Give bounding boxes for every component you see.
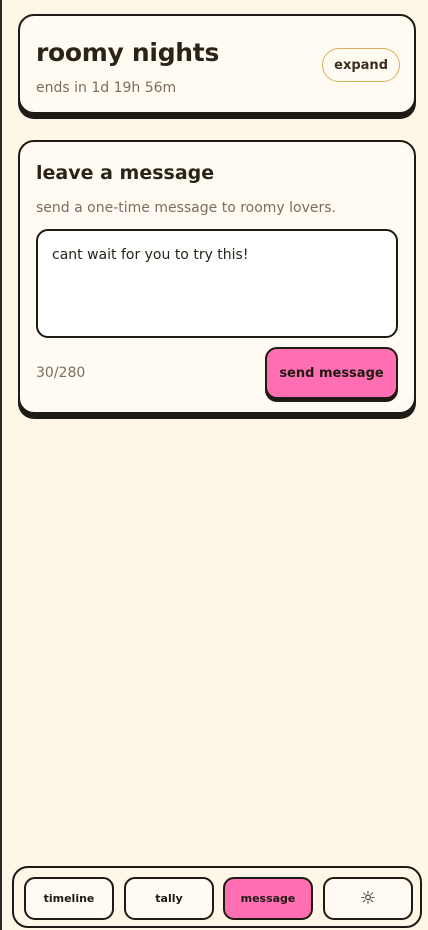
tab-settings[interactable]: ☼ <box>323 877 413 920</box>
message-card: leave a message send a one-time message … <box>18 140 416 414</box>
message-title: leave a message <box>36 162 215 184</box>
sun-icon: ☼ <box>359 888 377 909</box>
tab-message[interactable]: message <box>223 877 313 920</box>
message-description: send a one-time message to roomy lovers. <box>36 200 337 216</box>
tab-timeline[interactable]: timeline <box>24 877 114 920</box>
send-message-button[interactable]: send message <box>265 347 398 399</box>
event-card: roomy nights ends in 1d 19h 56m expand <box>18 14 416 114</box>
character-counter: 30/280 <box>36 365 86 381</box>
app-screen: roomy nights ends in 1d 19h 56m expand l… <box>2 0 428 930</box>
message-input[interactable]: cant wait for you to try this! <box>36 229 398 338</box>
event-countdown: ends in 1d 19h 56m <box>36 80 177 96</box>
bottom-tab-bar: timeline tally message ☼ <box>12 866 422 928</box>
tab-tally[interactable]: tally <box>124 877 214 920</box>
expand-button[interactable]: expand <box>322 48 400 82</box>
event-title: roomy nights <box>36 38 220 67</box>
